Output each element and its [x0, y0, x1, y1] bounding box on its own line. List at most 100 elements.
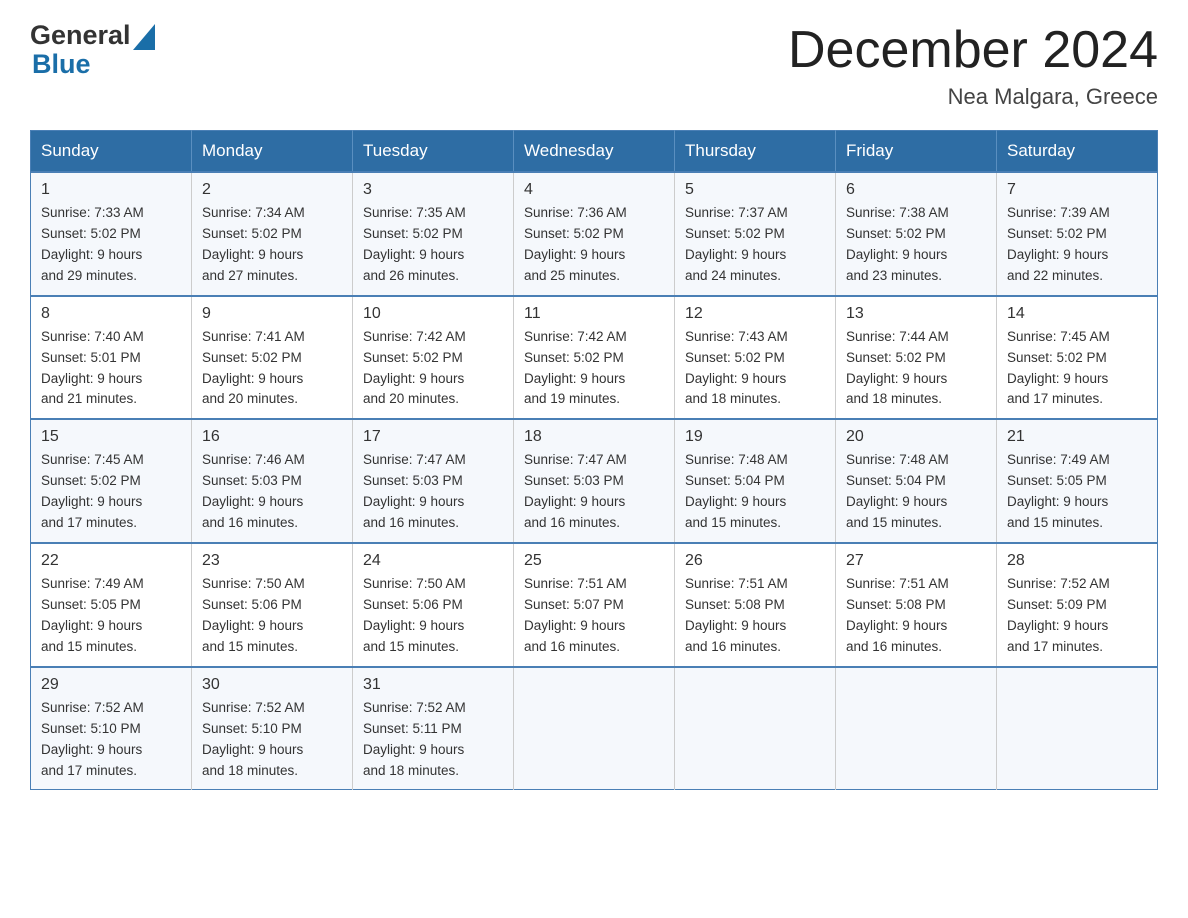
day-number: 20	[846, 428, 986, 446]
day-number: 17	[363, 428, 503, 446]
table-row	[997, 667, 1158, 790]
day-number: 2	[202, 181, 342, 199]
table-row: 16 Sunrise: 7:46 AM Sunset: 5:03 PM Dayl…	[192, 419, 353, 543]
day-info: Sunrise: 7:48 AM Sunset: 5:04 PM Dayligh…	[685, 450, 825, 534]
table-row: 27 Sunrise: 7:51 AM Sunset: 5:08 PM Dayl…	[836, 543, 997, 667]
table-row: 4 Sunrise: 7:36 AM Sunset: 5:02 PM Dayli…	[514, 172, 675, 296]
table-row	[675, 667, 836, 790]
table-row: 30 Sunrise: 7:52 AM Sunset: 5:10 PM Dayl…	[192, 667, 353, 790]
table-row: 22 Sunrise: 7:49 AM Sunset: 5:05 PM Dayl…	[31, 543, 192, 667]
day-info: Sunrise: 7:51 AM Sunset: 5:08 PM Dayligh…	[846, 574, 986, 658]
table-row: 2 Sunrise: 7:34 AM Sunset: 5:02 PM Dayli…	[192, 172, 353, 296]
day-info: Sunrise: 7:38 AM Sunset: 5:02 PM Dayligh…	[846, 203, 986, 287]
day-info: Sunrise: 7:40 AM Sunset: 5:01 PM Dayligh…	[41, 327, 181, 411]
day-number: 29	[41, 676, 181, 694]
day-number: 1	[41, 181, 181, 199]
table-row: 17 Sunrise: 7:47 AM Sunset: 5:03 PM Dayl…	[353, 419, 514, 543]
day-number: 26	[685, 552, 825, 570]
table-row: 11 Sunrise: 7:42 AM Sunset: 5:02 PM Dayl…	[514, 296, 675, 420]
day-info: Sunrise: 7:50 AM Sunset: 5:06 PM Dayligh…	[202, 574, 342, 658]
day-number: 12	[685, 305, 825, 323]
header-friday: Friday	[836, 131, 997, 173]
logo-blue-text: Blue	[32, 49, 91, 79]
day-info: Sunrise: 7:50 AM Sunset: 5:06 PM Dayligh…	[363, 574, 503, 658]
table-row	[514, 667, 675, 790]
header-tuesday: Tuesday	[353, 131, 514, 173]
table-row: 9 Sunrise: 7:41 AM Sunset: 5:02 PM Dayli…	[192, 296, 353, 420]
day-number: 21	[1007, 428, 1147, 446]
table-row: 20 Sunrise: 7:48 AM Sunset: 5:04 PM Dayl…	[836, 419, 997, 543]
day-number: 4	[524, 181, 664, 199]
day-number: 23	[202, 552, 342, 570]
calendar-header: Sunday Monday Tuesday Wednesday Thursday…	[31, 131, 1158, 173]
day-info: Sunrise: 7:49 AM Sunset: 5:05 PM Dayligh…	[41, 574, 181, 658]
day-number: 15	[41, 428, 181, 446]
table-row: 5 Sunrise: 7:37 AM Sunset: 5:02 PM Dayli…	[675, 172, 836, 296]
day-number: 7	[1007, 181, 1147, 199]
header-sunday: Sunday	[31, 131, 192, 173]
day-info: Sunrise: 7:44 AM Sunset: 5:02 PM Dayligh…	[846, 327, 986, 411]
day-info: Sunrise: 7:49 AM Sunset: 5:05 PM Dayligh…	[1007, 450, 1147, 534]
day-number: 10	[363, 305, 503, 323]
table-row: 1 Sunrise: 7:33 AM Sunset: 5:02 PM Dayli…	[31, 172, 192, 296]
title-block: December 2024 Nea Malgara, Greece	[788, 20, 1158, 110]
day-number: 16	[202, 428, 342, 446]
table-row: 10 Sunrise: 7:42 AM Sunset: 5:02 PM Dayl…	[353, 296, 514, 420]
header-saturday: Saturday	[997, 131, 1158, 173]
header-thursday: Thursday	[675, 131, 836, 173]
day-number: 28	[1007, 552, 1147, 570]
day-number: 19	[685, 428, 825, 446]
table-row	[836, 667, 997, 790]
day-info: Sunrise: 7:51 AM Sunset: 5:08 PM Dayligh…	[685, 574, 825, 658]
day-number: 27	[846, 552, 986, 570]
day-number: 6	[846, 181, 986, 199]
day-info: Sunrise: 7:35 AM Sunset: 5:02 PM Dayligh…	[363, 203, 503, 287]
day-info: Sunrise: 7:52 AM Sunset: 5:10 PM Dayligh…	[202, 698, 342, 782]
day-info: Sunrise: 7:48 AM Sunset: 5:04 PM Dayligh…	[846, 450, 986, 534]
day-info: Sunrise: 7:42 AM Sunset: 5:02 PM Dayligh…	[524, 327, 664, 411]
table-row: 28 Sunrise: 7:52 AM Sunset: 5:09 PM Dayl…	[997, 543, 1158, 667]
day-info: Sunrise: 7:52 AM Sunset: 5:11 PM Dayligh…	[363, 698, 503, 782]
day-info: Sunrise: 7:37 AM Sunset: 5:02 PM Dayligh…	[685, 203, 825, 287]
day-info: Sunrise: 7:46 AM Sunset: 5:03 PM Dayligh…	[202, 450, 342, 534]
table-row: 29 Sunrise: 7:52 AM Sunset: 5:10 PM Dayl…	[31, 667, 192, 790]
day-info: Sunrise: 7:42 AM Sunset: 5:02 PM Dayligh…	[363, 327, 503, 411]
day-number: 13	[846, 305, 986, 323]
calendar-table: Sunday Monday Tuesday Wednesday Thursday…	[30, 130, 1158, 790]
table-row: 7 Sunrise: 7:39 AM Sunset: 5:02 PM Dayli…	[997, 172, 1158, 296]
day-number: 14	[1007, 305, 1147, 323]
day-info: Sunrise: 7:36 AM Sunset: 5:02 PM Dayligh…	[524, 203, 664, 287]
day-number: 25	[524, 552, 664, 570]
logo-triangle-icon	[133, 24, 155, 50]
day-number: 8	[41, 305, 181, 323]
table-row: 26 Sunrise: 7:51 AM Sunset: 5:08 PM Dayl…	[675, 543, 836, 667]
logo-general-text: General	[30, 20, 131, 51]
table-row: 3 Sunrise: 7:35 AM Sunset: 5:02 PM Dayli…	[353, 172, 514, 296]
page-subtitle: Nea Malgara, Greece	[788, 84, 1158, 110]
day-info: Sunrise: 7:47 AM Sunset: 5:03 PM Dayligh…	[524, 450, 664, 534]
day-info: Sunrise: 7:47 AM Sunset: 5:03 PM Dayligh…	[363, 450, 503, 534]
day-info: Sunrise: 7:33 AM Sunset: 5:02 PM Dayligh…	[41, 203, 181, 287]
day-info: Sunrise: 7:52 AM Sunset: 5:10 PM Dayligh…	[41, 698, 181, 782]
day-info: Sunrise: 7:45 AM Sunset: 5:02 PM Dayligh…	[41, 450, 181, 534]
table-row: 14 Sunrise: 7:45 AM Sunset: 5:02 PM Dayl…	[997, 296, 1158, 420]
day-number: 5	[685, 181, 825, 199]
day-number: 3	[363, 181, 503, 199]
table-row: 31 Sunrise: 7:52 AM Sunset: 5:11 PM Dayl…	[353, 667, 514, 790]
day-info: Sunrise: 7:52 AM Sunset: 5:09 PM Dayligh…	[1007, 574, 1147, 658]
page-header: General Blue December 2024 Nea Malgara, …	[30, 20, 1158, 110]
day-info: Sunrise: 7:45 AM Sunset: 5:02 PM Dayligh…	[1007, 327, 1147, 411]
header-wednesday: Wednesday	[514, 131, 675, 173]
day-number: 11	[524, 305, 664, 323]
page-title: December 2024	[788, 20, 1158, 80]
logo: General Blue	[30, 20, 155, 80]
day-info: Sunrise: 7:43 AM Sunset: 5:02 PM Dayligh…	[685, 327, 825, 411]
day-number: 18	[524, 428, 664, 446]
day-info: Sunrise: 7:34 AM Sunset: 5:02 PM Dayligh…	[202, 203, 342, 287]
day-number: 9	[202, 305, 342, 323]
table-row: 13 Sunrise: 7:44 AM Sunset: 5:02 PM Dayl…	[836, 296, 997, 420]
table-row: 23 Sunrise: 7:50 AM Sunset: 5:06 PM Dayl…	[192, 543, 353, 667]
table-row: 19 Sunrise: 7:48 AM Sunset: 5:04 PM Dayl…	[675, 419, 836, 543]
header-monday: Monday	[192, 131, 353, 173]
calendar-body: 1 Sunrise: 7:33 AM Sunset: 5:02 PM Dayli…	[31, 172, 1158, 790]
